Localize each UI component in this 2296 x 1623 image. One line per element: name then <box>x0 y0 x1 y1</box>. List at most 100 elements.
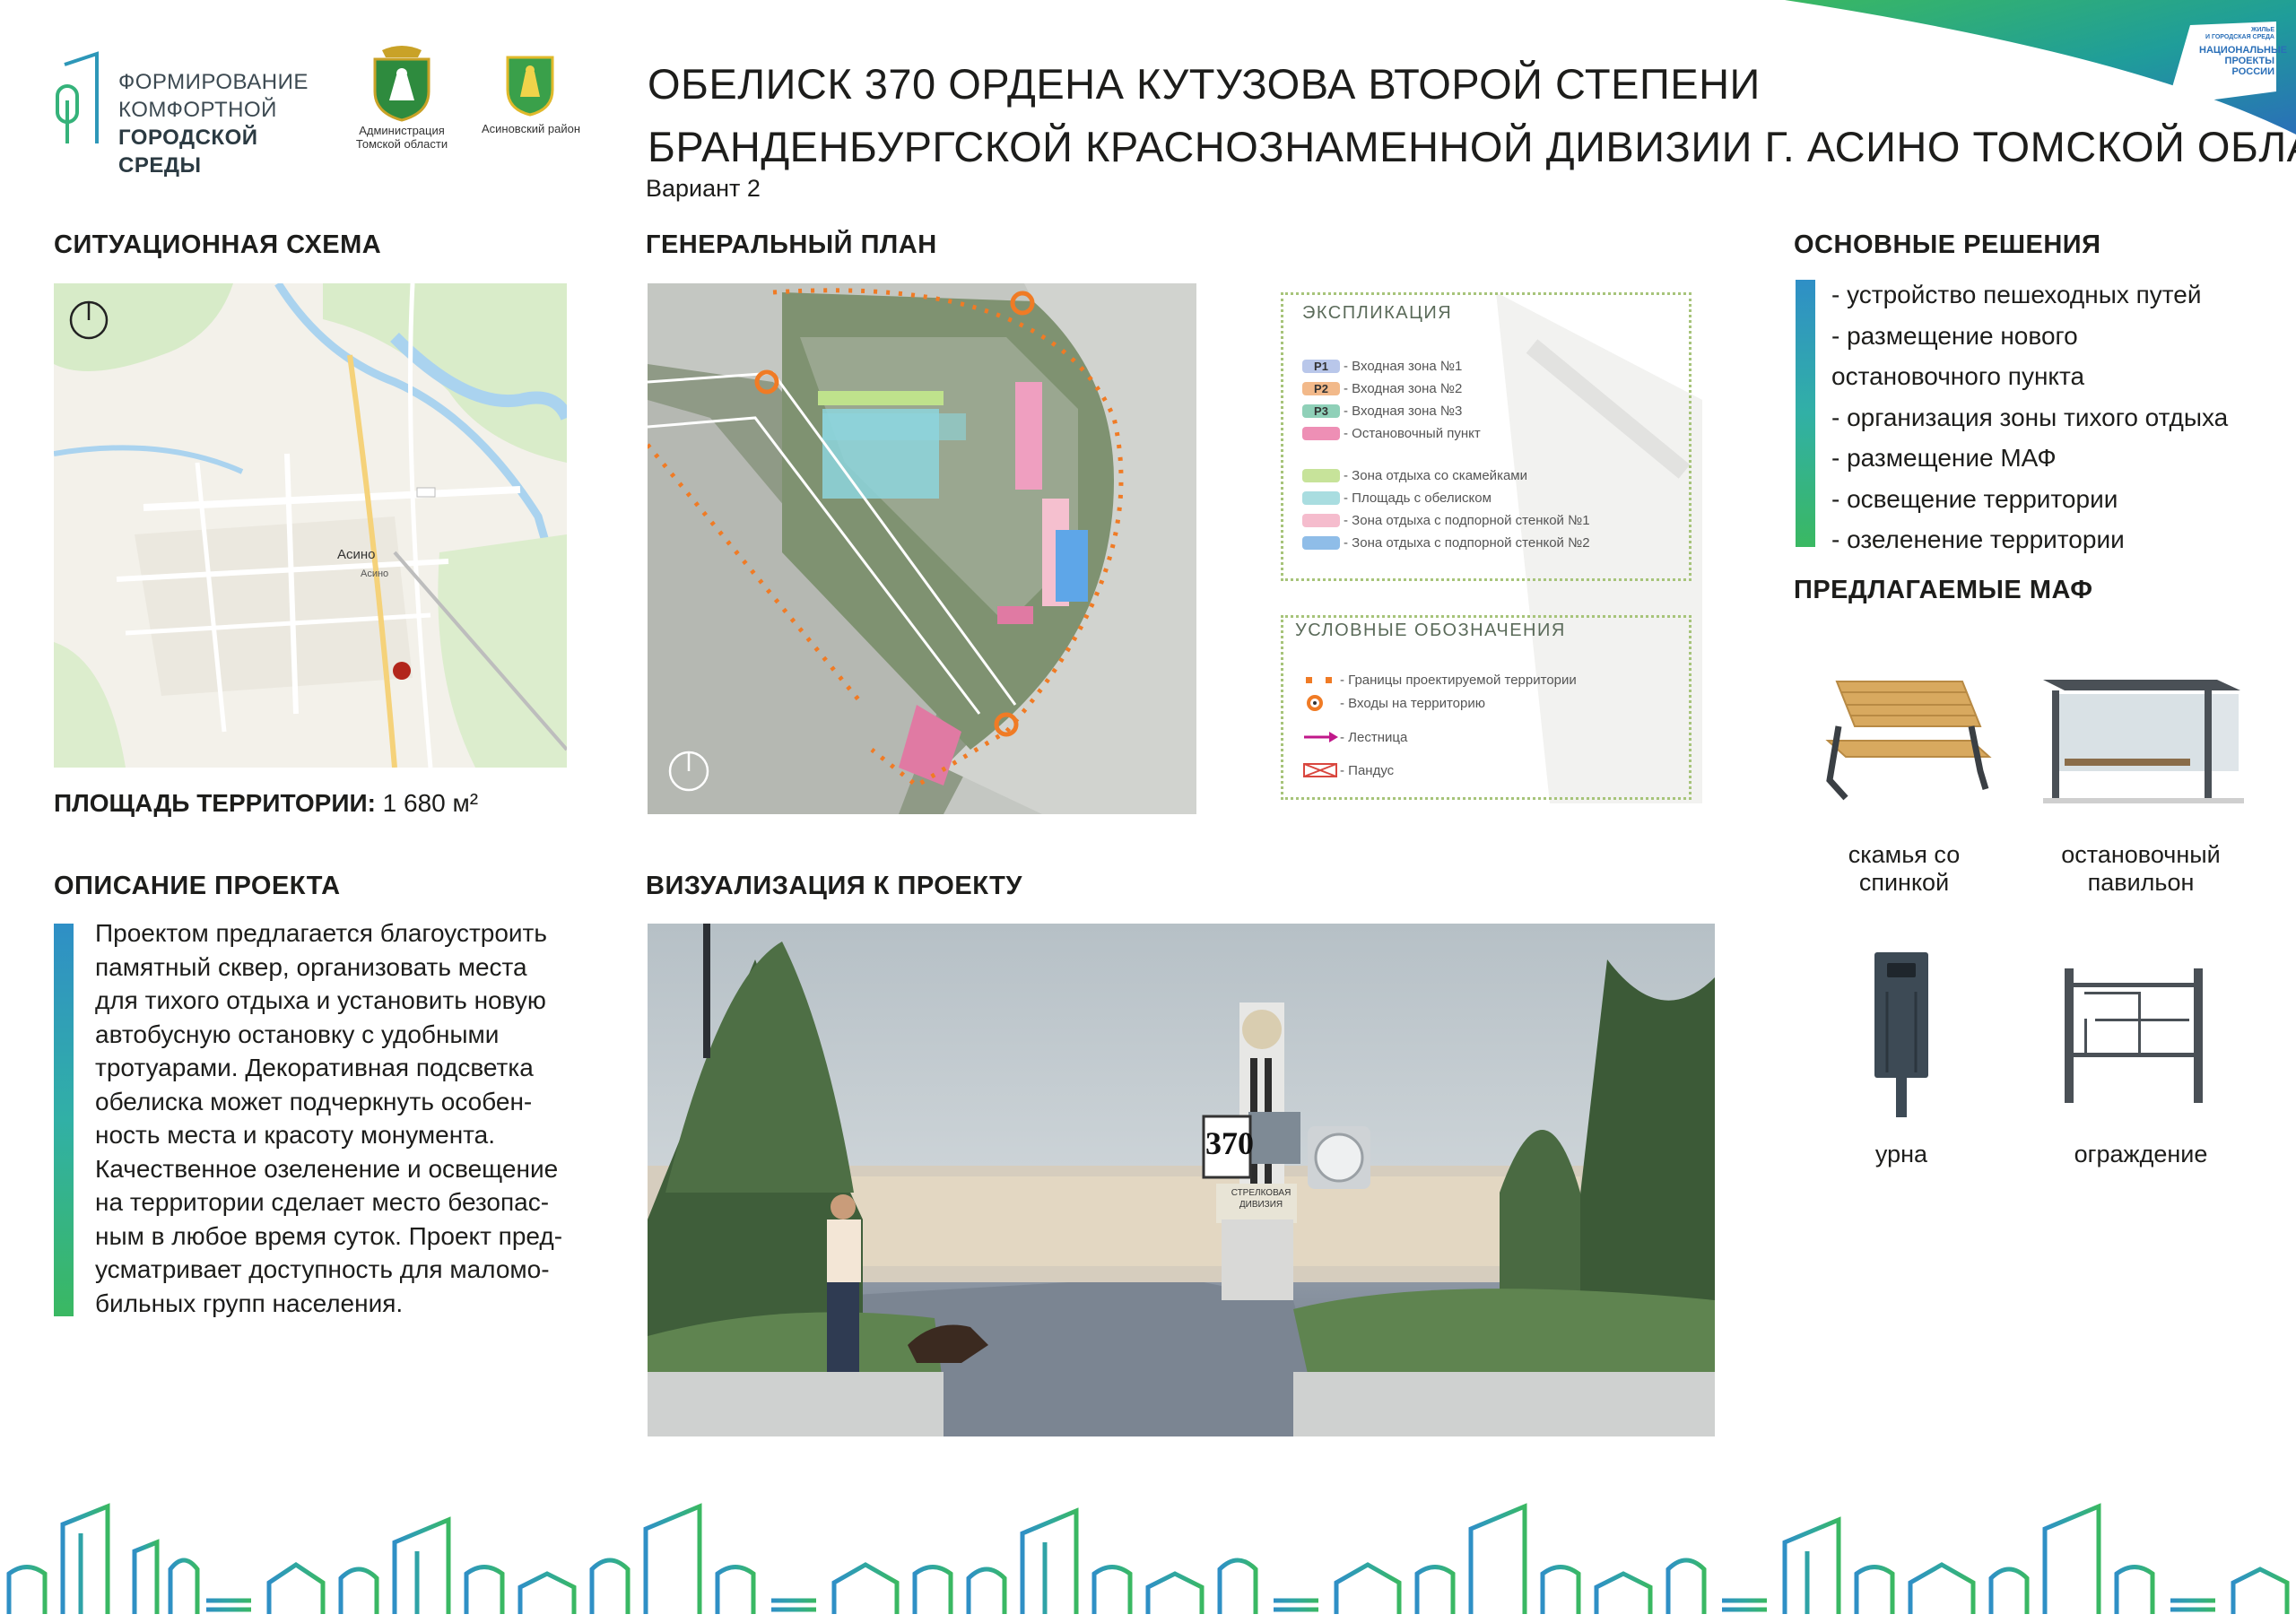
visualization-render: 370 СТРЕЛКОВАЯ ДИВИЗИЯ <box>648 924 1715 1436</box>
solution-item: - освещение территории <box>1831 484 2118 513</box>
maf-caption-line: остановочный <box>2061 841 2221 868</box>
fence-icon <box>2065 968 2203 1103</box>
situation-map: Асино Асино <box>54 283 567 768</box>
legend-swatch-benches <box>1302 469 1340 482</box>
np-badge-3: НАЦИОНАЛЬНЫЕ <box>2199 45 2288 56</box>
maf-caption-line: спинкой <box>1858 869 1950 896</box>
national-projects-badge: ЖИЛЬЕ И ГОРОДСКАЯ СРЕДА НАЦИОНАЛЬНЫЕ ПРО… <box>2163 20 2288 109</box>
area-value: 1 680 м² <box>382 789 479 817</box>
map-station-label: Асино <box>361 568 389 579</box>
boundary-symbol-icon <box>1306 677 1332 683</box>
legend-label: - Входная зона №3 <box>1344 404 1463 419</box>
maf-bench-caption: скамья со спинкой <box>1810 841 1998 897</box>
np-badge-5: РОССИИ <box>2231 66 2274 77</box>
emblem2-caption: Асиновский район <box>481 122 581 135</box>
description-line: для тихого отдыха и установить новую <box>95 986 546 1014</box>
bench-icon <box>1825 681 1992 801</box>
solutions-accent-bar <box>1796 280 1815 547</box>
solutions-list: - устройство пешеходных путей - размещен… <box>1831 274 2296 560</box>
tomsk-region-emblem: Администрация Томской области <box>346 45 457 152</box>
explication-item: - Зона отдыха со скамейками <box>1302 468 1527 483</box>
variant-label: Вариант 2 <box>646 175 761 202</box>
symbols-title: УСЛОВНЫЕ ОБОЗНАЧЕНИЯ <box>1295 621 1566 640</box>
map-graphic <box>54 283 567 768</box>
np-badge-1: ЖИЛЬЕ <box>2251 27 2274 33</box>
explication-item: - Зона отдыха с подпорной стенкой №2 <box>1302 535 1590 551</box>
symbol-item: - Границы проектируемой территории <box>1302 673 1577 688</box>
explication-item: - Площадь с обелиском <box>1302 490 1492 506</box>
legend-label: - Входная зона №2 <box>1344 381 1463 396</box>
situation-title: СИТУАЦИОННАЯ СХЕМА <box>54 230 382 259</box>
maf-bin-caption: урна <box>1874 1141 1928 1167</box>
legend-label: - Зона отдыха с подпорной стенкой №2 <box>1344 535 1590 551</box>
symbol-label: - Входы на территорию <box>1340 695 1485 711</box>
ramp-symbol-icon <box>1303 763 1337 777</box>
legend-swatch-wall-1 <box>1302 514 1340 527</box>
symbol-item: - Лестница <box>1302 730 1407 745</box>
maf-caption-line: павильон <box>2087 869 2195 896</box>
coat-of-arms-icon <box>373 46 430 122</box>
maf-shelter-caption: остановочный павильон <box>2029 841 2253 897</box>
trash-bin-icon <box>1874 952 1928 1117</box>
site-plan-graphic <box>648 283 1196 814</box>
symbol-label: - Пандус <box>1340 762 1395 778</box>
solution-item: - устройство пешеходных путей <box>1831 281 2202 308</box>
solutions-title: ОСНОВНЫЕ РЕШЕНИЯ <box>1794 230 2101 259</box>
explication-item: P1 - Входная зона №1 <box>1302 359 1462 374</box>
legend-label: - Входная зона №1 <box>1344 359 1463 374</box>
description-line: памятный сквер, организовать места <box>95 952 527 981</box>
legend-label: - Площадь с обелиском <box>1344 490 1492 506</box>
explication-item: P2 - Входная зона №2 <box>1302 381 1462 396</box>
legend-swatch-bus-stop <box>1302 427 1340 440</box>
logo-line-1: Формирование <box>118 70 309 94</box>
explication-title: ЭКСПЛИКАЦИЯ <box>1302 303 1453 323</box>
symbol-item: - Пандус <box>1302 762 1394 778</box>
bus-shelter-icon <box>2043 680 2244 803</box>
obelisk-plaque-2: ДИВИЗИЯ <box>1239 1200 1283 1210</box>
legend-swatch-p3: P3 <box>1302 404 1340 418</box>
legend-swatch-p1: P1 <box>1302 360 1340 373</box>
description-accent-bar <box>54 924 74 1316</box>
symbol-item: - Входы на территорию <box>1302 694 1485 712</box>
symbol-label: - Границы проектируемой территории <box>1340 673 1577 688</box>
entrance-symbol-icon <box>1307 695 1323 711</box>
program-logo: Формирование комфортной городской среды <box>52 50 339 178</box>
map-city-label: Асино <box>337 547 376 562</box>
maf-title: ПРЕДЛАГАЕМЫЕ МАФ <box>1794 576 2093 604</box>
description-title: ОПИСАНИЕ ПРОЕКТА <box>54 872 341 900</box>
program-logo-icon <box>56 51 99 143</box>
description-line: автобусную остановку с удобными <box>95 1020 500 1048</box>
description-line: Проектом предлагается благоустроить <box>95 919 547 947</box>
maf-caption-line: скамья со <box>1848 841 1961 868</box>
description-line: на территории сделает место безопас- <box>95 1188 550 1216</box>
bottom-city-pattern <box>0 1503 2296 1617</box>
description-line: бильных групп населения. <box>95 1289 404 1317</box>
solution-item: остановочного пункта <box>1831 362 2085 390</box>
legend-swatch-obelisk-square <box>1302 491 1340 505</box>
asino-district-emblem: Асиновский район <box>475 54 587 143</box>
legend-label: - Зона отдыха со скамейками <box>1344 468 1527 483</box>
legend-label: - Зона отдыха с подпорной стенкой №1 <box>1344 513 1590 528</box>
description-line: обелиска может подчеркнуть особен- <box>95 1087 533 1115</box>
maf-fence-caption: ограждение <box>2074 1141 2208 1167</box>
solution-item: - размещение нового <box>1831 321 2078 350</box>
obelisk-number: 370 <box>1205 1125 1254 1161</box>
description-line: усматривает доступность для маломо- <box>95 1255 550 1283</box>
emblem1-caption-2: Томской области <box>355 137 448 151</box>
legend-swatch-wall-2 <box>1302 536 1340 550</box>
logo-line-3: городской среды <box>118 126 258 178</box>
description-line: ность места и красоту монумента. <box>95 1121 496 1149</box>
general-plan-title: ГЕНЕРАЛЬНЫЙ ПЛАН <box>646 230 937 259</box>
symbol-label: - Лестница <box>1340 730 1408 745</box>
plan-legend: ЭКСПЛИКАЦИЯ P1 - Входная зона №1 P2 - Вх… <box>1281 292 1702 803</box>
solution-item: - озеленение территории <box>1831 525 2125 553</box>
explication-item: - Остановочный пункт <box>1302 426 1481 441</box>
explication-item: - Зона отдыха с подпорной стенкой №1 <box>1302 513 1590 528</box>
np-badge-4: ПРОЕКТЫ <box>2224 56 2274 66</box>
general-plan-image <box>648 283 1196 814</box>
solution-item: - организация зоны тихого отдыха <box>1831 403 2229 431</box>
emblem1-caption-1: Администрация <box>359 124 445 137</box>
visualization-title: ВИЗУАЛИЗАЦИЯ К ПРОЕКТУ <box>646 872 1022 900</box>
plan-north-arrow-icon <box>668 751 709 792</box>
np-badge-2: И ГОРОДСКАЯ СРЕДА <box>2205 34 2274 40</box>
